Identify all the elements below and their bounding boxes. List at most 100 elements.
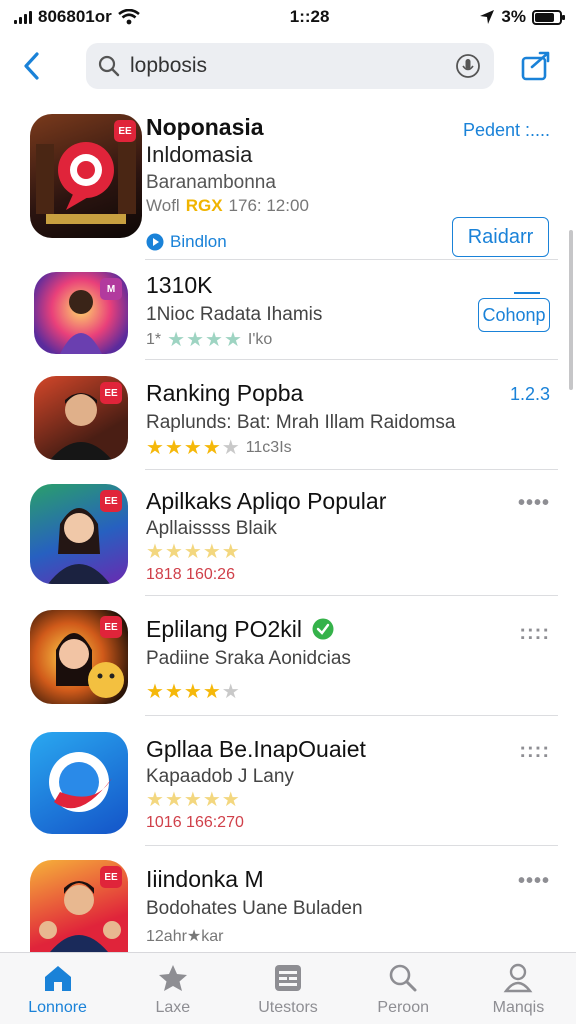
search-field[interactable] (86, 43, 494, 89)
app-meta: 12ahr★kar (146, 926, 224, 946)
meta-prefix: Wofl (146, 196, 180, 215)
app-icon-badge: EE (100, 490, 122, 512)
rating-stars: ★ ★ ★ ★ ★ (146, 437, 240, 459)
progress-indicator (514, 292, 540, 294)
tab-home[interactable]: Lonnore (0, 953, 115, 1024)
badge-label: Bindlon (170, 232, 227, 251)
person-icon (502, 963, 534, 993)
app-subtitle: Raplunds: Bat: Mrah Illam Raidomsa (146, 412, 456, 433)
list-item[interactable]: Gpllaa Be.InapOuaiet Kapaadob J Lany ★ ★ ★… (0, 716, 576, 846)
tab-search[interactable]: Peroon (346, 953, 461, 1024)
voice-icon[interactable] (454, 52, 482, 80)
tab-favorites[interactable]: Laxe (115, 953, 230, 1024)
app-action-button[interactable]: Cohonp (478, 298, 550, 332)
tab-label: Peroon (377, 999, 429, 1016)
home-icon (42, 963, 74, 993)
share-icon (521, 51, 550, 81)
tab-profile[interactable]: Manqis (461, 953, 576, 1024)
more-button[interactable]: :::: (519, 740, 550, 763)
meta-suffix: 176: 12:00 (228, 196, 309, 215)
app-icon: EE (30, 484, 128, 584)
featured-developer: Baranambonna (146, 172, 276, 193)
verified-icon (312, 618, 334, 640)
nav-bar (0, 38, 576, 94)
tab-label: Utestors (258, 999, 318, 1016)
list-item[interactable]: EE Iiindonka M Bodohates Uane Buladen 12… (0, 846, 576, 952)
play-badge-icon (146, 233, 164, 251)
list-item[interactable]: EE Eplilang PO2kil Padiine Sraka Aonidci… (0, 596, 576, 716)
back-button[interactable] (14, 48, 50, 84)
signal-icon (14, 10, 32, 24)
app-icon: M (34, 272, 128, 354)
meta-text: 1818 160:26 (146, 566, 235, 583)
rating-stars: ★ ★ ★ ★ ★ (146, 789, 240, 811)
carrier-label: 806801or (38, 7, 112, 26)
status-bar: 806801or 1::28 3% (0, 0, 576, 34)
app-icon: EE (30, 610, 128, 704)
more-button[interactable]: •••• (518, 870, 550, 893)
app-title: Apilkaks Apliqo Popular (146, 488, 387, 514)
meta-text: 1016 166:270 (146, 814, 244, 831)
app-icon: EE (34, 376, 128, 460)
share-button[interactable] (518, 48, 554, 84)
meta-tail: I'ko (247, 331, 273, 348)
grid-icon (272, 963, 304, 993)
app-icon-badge: EE (100, 382, 122, 404)
chevron-left-icon (24, 52, 39, 80)
app-meta: 1016 166:270 (146, 814, 244, 832)
list-item[interactable]: EE Ranking Popba Raplunds: Bat: Mrah Ill… (0, 360, 576, 470)
app-meta: 1* ★ ★ ★ ★ I'ko (146, 330, 272, 350)
wifi-icon (117, 9, 140, 25)
meta-tail: 11c3Is (245, 439, 292, 456)
featured-result[interactable]: EE Noponasia Inldomasia Baranambonna Wof… (0, 100, 576, 260)
rating-stars: ★ ★ ★ ★ ★ (146, 541, 240, 563)
app-icon: EE (30, 114, 142, 238)
list-item[interactable]: M 1310K 1Nioc Radata Ihamis 1* ★ ★ ★ ★ I'ko… (0, 260, 576, 360)
app-rating: ★ ★ ★ ★ ★ (146, 790, 240, 810)
tab-label: Manqis (492, 999, 545, 1016)
clock: 1::28 (289, 7, 330, 26)
featured-title: Noponasia (146, 114, 264, 140)
more-button[interactable]: 1.2.3 (510, 384, 550, 405)
featured-subtitle: Inldomasia (146, 142, 253, 167)
app-icon (30, 732, 128, 834)
app-subtitle: 1Nioc Radata Ihamis (146, 304, 323, 325)
search-icon (387, 963, 419, 993)
location-arrow-icon (480, 10, 495, 24)
star-icon (157, 963, 189, 993)
more-button[interactable]: •••• (518, 492, 550, 515)
featured-badge: Bindlon (146, 232, 227, 252)
app-rating: ★ ★ ★ ★ ★ (146, 682, 240, 702)
tab-label: Lonnore (28, 999, 87, 1016)
search-input[interactable] (130, 54, 454, 78)
search-icon (98, 55, 120, 77)
tab-label: Laxe (155, 999, 191, 1016)
featured-meta: Wofl RGX 176: 12:00 (146, 196, 309, 216)
app-icon-badge: M (100, 278, 122, 300)
rating-stars: ★ ★ ★ ★ (167, 329, 242, 351)
app-title: Gpllaa Be.InapOuaiet (146, 736, 366, 762)
meta-text: 12ahr★kar (146, 928, 224, 945)
battery-percent: 3% (501, 7, 526, 26)
app-title: Eplilang PO2kil (146, 616, 302, 642)
more-button[interactable]: :::: (519, 622, 550, 645)
scrollbar[interactable] (569, 230, 573, 390)
app-icon-badge: EE (114, 120, 136, 142)
list-item[interactable]: EE Apilkaks Apliqo Popular Apllaissss Bl… (0, 470, 576, 596)
app-title: 1310K (146, 272, 213, 298)
meta-text: 1* (146, 331, 162, 348)
featured-link[interactable]: Pedent :.... (463, 120, 550, 141)
tab-categories[interactable]: Utestors (230, 953, 345, 1024)
app-icon: EE (30, 860, 128, 952)
app-meta: ★ ★ ★ ★ ★ 11c3Is (146, 438, 292, 458)
app-title-group: Eplilang PO2kil (146, 616, 334, 643)
app-icon-badge: EE (100, 866, 122, 888)
app-subtitle: Kapaadob J Lany (146, 766, 294, 787)
app-title: Iiindonka M (146, 866, 264, 892)
app-subtitle: Apllaissss Blaik (146, 518, 277, 539)
app-rating: ★ ★ ★ ★ ★ (146, 542, 240, 562)
rating-stars: ★ ★ ★ ★ ★ (146, 681, 240, 703)
app-title: Ranking Popba (146, 380, 304, 406)
featured-action-button[interactable]: Raidarr (452, 217, 549, 257)
app-meta: 1818 160:26 (146, 566, 235, 584)
